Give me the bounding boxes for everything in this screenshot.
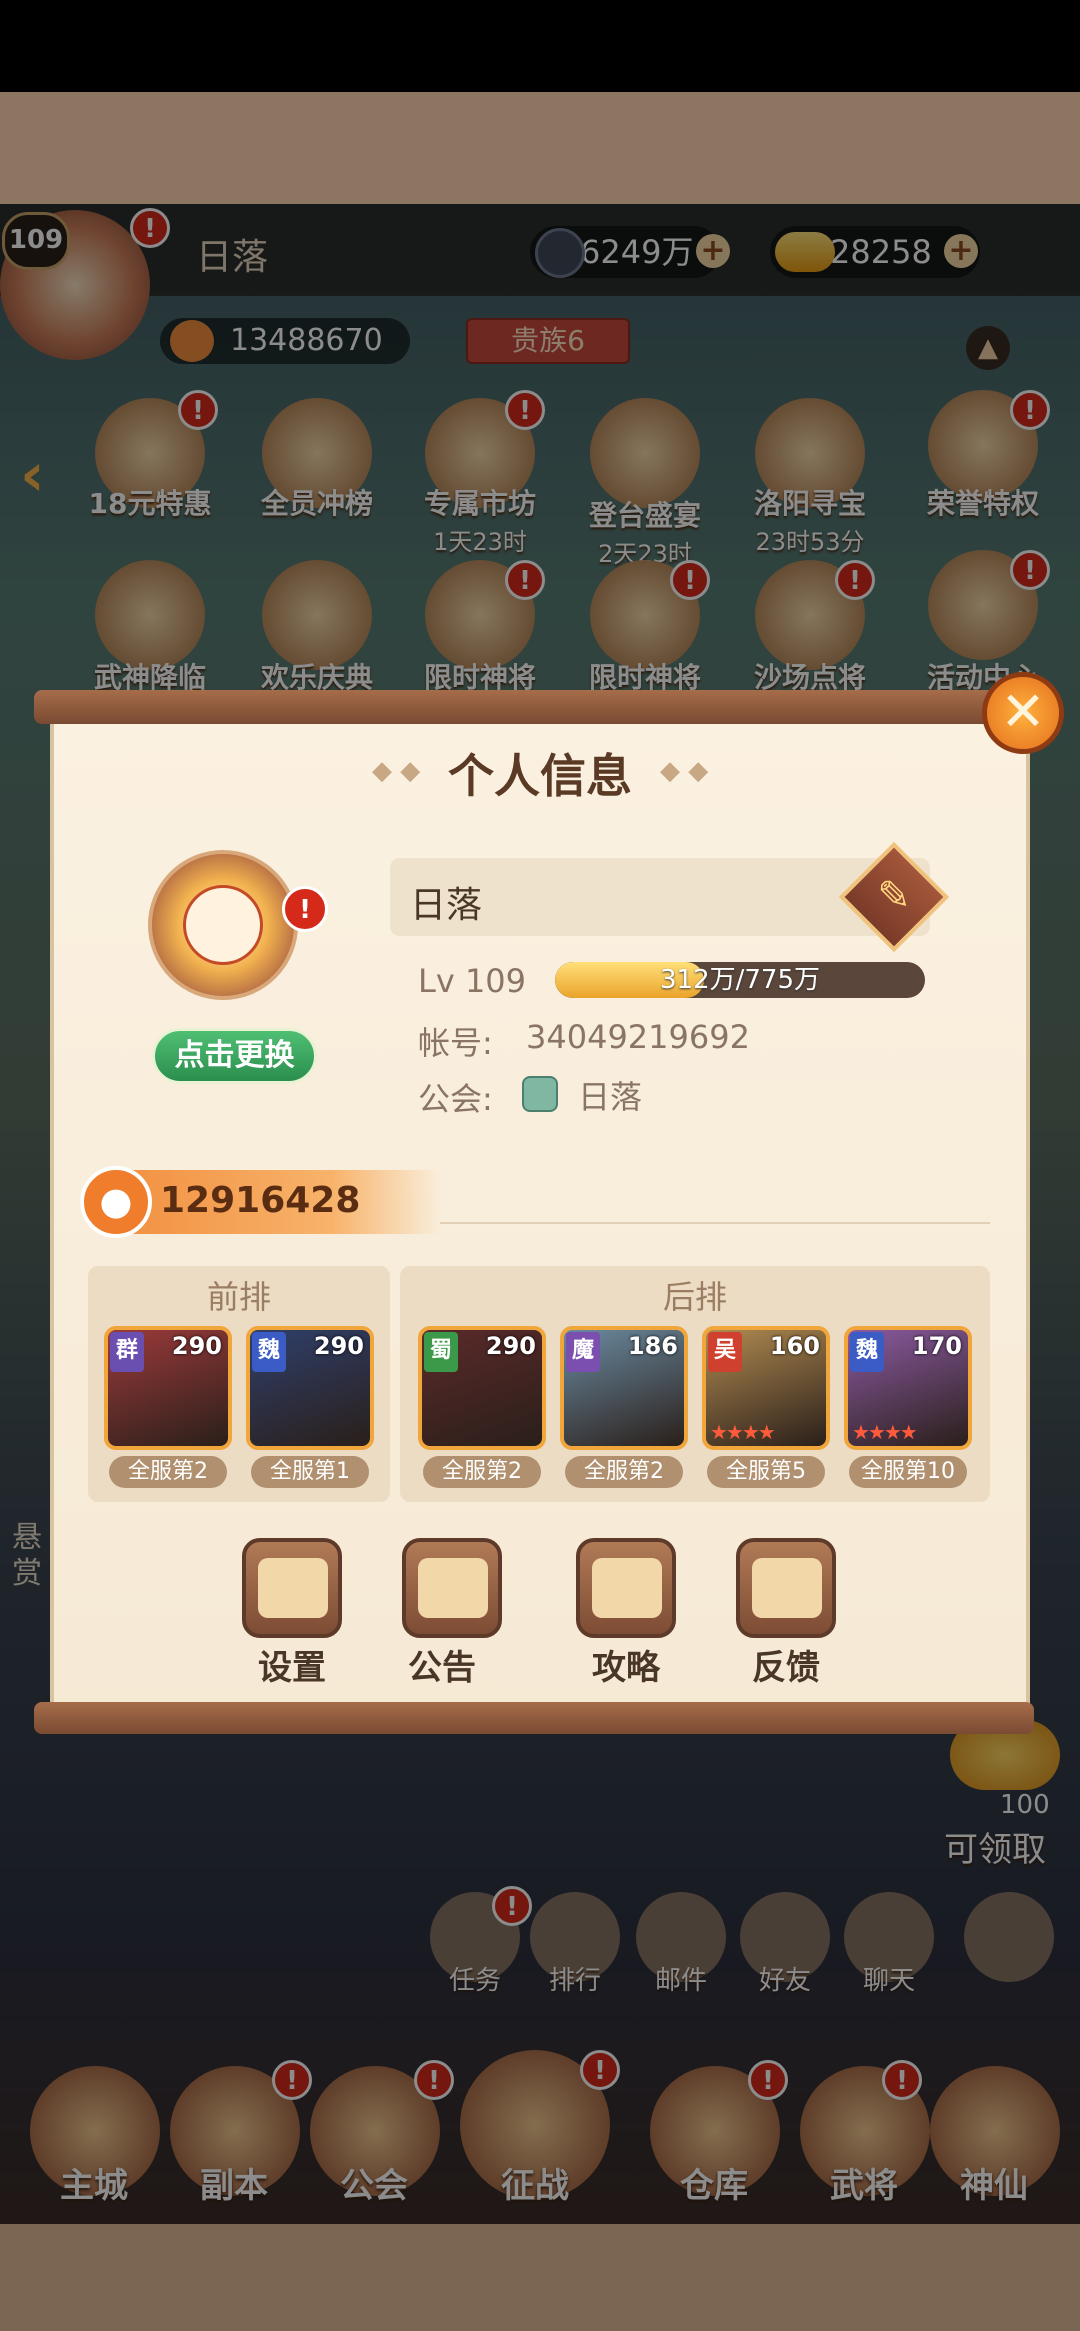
- account-label: 帐号:: [418, 1024, 493, 1062]
- hero-card[interactable]: 群 290: [104, 1326, 232, 1450]
- hero-card[interactable]: 蜀 290: [418, 1326, 546, 1450]
- back-row-label: 后排: [662, 1278, 727, 1316]
- front-row-label: 前排: [206, 1278, 271, 1316]
- xp-progress-bar: 312万/775万: [555, 962, 925, 998]
- top-band: [0, 92, 1080, 204]
- announcement-label: 公告: [408, 1648, 476, 1688]
- hero-level: 290: [485, 1332, 536, 1360]
- hero-level: 170: [911, 1332, 962, 1360]
- divider: [440, 1222, 990, 1224]
- guild-label: 公会:: [418, 1080, 493, 1118]
- bottom-band: [0, 2224, 1080, 2331]
- xp-progress-text: 312万/775万: [659, 965, 820, 995]
- feedback-card-icon: [752, 1558, 822, 1618]
- hero-stars: ★★★★: [852, 1420, 918, 1444]
- change-avatar-button[interactable]: 点击更换: [152, 1028, 317, 1084]
- feedback-button[interactable]: [736, 1538, 836, 1638]
- panel-bottom-frame: [34, 1702, 1034, 1734]
- hero-server-rank: 全服第2: [423, 1456, 541, 1488]
- hero-card[interactable]: 魔 186: [560, 1326, 688, 1450]
- hero-faction-badge: 魔: [566, 1332, 600, 1372]
- hero-faction-badge: 魏: [252, 1332, 286, 1372]
- hero-server-rank: 全服第2: [565, 1456, 683, 1488]
- feedback-label: 反馈: [752, 1648, 820, 1688]
- scroll-icon: [418, 1558, 488, 1618]
- hero-faction-badge: 魏: [850, 1332, 884, 1372]
- hero-server-rank: 全服第2: [109, 1456, 227, 1488]
- profile-level: Lv 109: [418, 962, 527, 1000]
- combat-power-value: 12916428: [160, 1180, 361, 1221]
- hero-server-rank: 全服第10: [849, 1456, 967, 1488]
- hero-server-rank: 全服第1: [251, 1456, 369, 1488]
- title-right-ornament: ◆ ◆: [660, 756, 709, 786]
- paw-power-icon: ●: [80, 1166, 152, 1238]
- close-button[interactable]: ✕: [982, 672, 1064, 754]
- hero-level: 290: [171, 1332, 222, 1360]
- profile-name: 日落: [410, 885, 483, 926]
- gamepad-icon: [592, 1558, 662, 1618]
- settings-button[interactable]: [242, 1538, 342, 1638]
- pencil-icon: ✎: [877, 873, 911, 919]
- wrench-icon: [258, 1558, 328, 1618]
- hero-server-rank: 全服第5: [707, 1456, 825, 1488]
- guild-name: 日落: [578, 1078, 643, 1116]
- hero-level: 290: [313, 1332, 364, 1360]
- status-bar: [0, 0, 1080, 92]
- hero-faction-badge: 吴: [708, 1332, 742, 1372]
- guide-label: 攻略: [592, 1648, 660, 1688]
- profile-avatar-image: [183, 885, 263, 965]
- announcement-button[interactable]: [402, 1538, 502, 1638]
- avatar-alert-badge: !: [282, 886, 328, 932]
- hero-card[interactable]: 魏 170 ★★★★: [844, 1326, 972, 1450]
- hero-faction-badge: 蜀: [424, 1332, 458, 1372]
- settings-label: 设置: [258, 1648, 326, 1688]
- panel-top-frame: [34, 690, 1034, 724]
- account-id: 34049219692: [526, 1018, 750, 1056]
- hero-stars: ★★★★: [710, 1420, 776, 1444]
- hero-card[interactable]: 吴 160 ★★★★: [702, 1326, 830, 1450]
- hero-card[interactable]: 魏 290: [246, 1326, 374, 1450]
- hero-level: 186: [627, 1332, 678, 1360]
- hero-faction-badge: 群: [110, 1332, 144, 1372]
- hero-level: 160: [769, 1332, 820, 1360]
- guild-emblem-icon: [522, 1076, 558, 1112]
- guide-button[interactable]: [576, 1538, 676, 1638]
